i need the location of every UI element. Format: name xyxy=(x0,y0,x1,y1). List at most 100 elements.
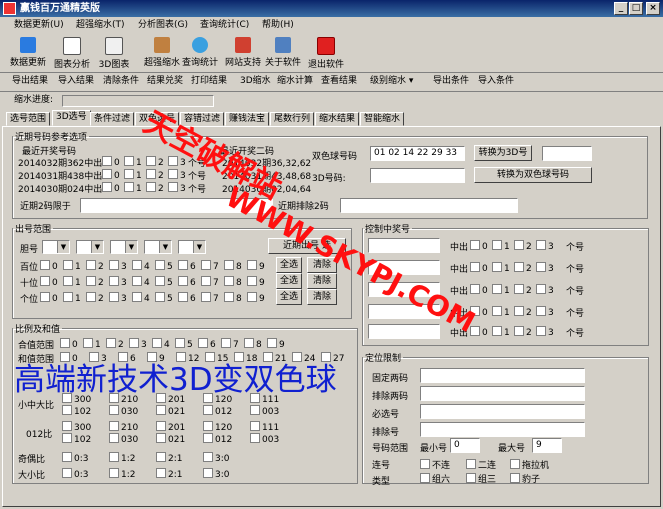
level-shrink-dropdown[interactable]: 级别缩水 ▾ xyxy=(370,72,413,91)
r012-a-3-box[interactable] xyxy=(203,421,213,431)
pos-0-digit-6-box[interactable] xyxy=(178,260,188,270)
exit-button[interactable]: 退出软件 xyxy=(306,36,346,70)
recent-check-2-0[interactable]: 0 xyxy=(102,182,120,194)
tab-range[interactable]: 选号范围 xyxy=(6,112,51,126)
select-all-button-0[interactable]: 全选 xyxy=(276,257,302,273)
must-pick-input[interactable] xyxy=(420,404,585,419)
control-1-num-2[interactable]: 2 xyxy=(514,262,532,274)
hezhi-num-4[interactable]: 4 xyxy=(152,338,170,350)
type-leopard-check[interactable]: 豹子 xyxy=(510,472,540,485)
control-4-num-0-box[interactable] xyxy=(470,326,480,336)
hezhi-num-1[interactable]: 1 xyxy=(83,338,101,350)
recent-check-0-2[interactable]: 2 xyxy=(146,156,164,168)
menu-data-update[interactable]: 数据更新(U) xyxy=(14,17,64,34)
r012-a-2[interactable]: 201 xyxy=(156,421,185,433)
control-3-num-1-box[interactable] xyxy=(492,306,502,316)
pos-0-digit-0[interactable]: 0 xyxy=(40,260,58,272)
recent-check-0-0[interactable]: 0 xyxy=(102,156,120,168)
tab-tail-rows[interactable]: 尾数行列 xyxy=(270,112,315,126)
bsm-b-2-box[interactable] xyxy=(156,405,166,415)
control-4-num-1-box[interactable] xyxy=(492,326,502,336)
control-1-num-1-box[interactable] xyxy=(492,262,502,272)
odd-even-0-box[interactable] xyxy=(62,452,72,462)
r012-b-1-box[interactable] xyxy=(109,433,119,443)
pos-2-digit-7-box[interactable] xyxy=(201,292,211,302)
control-0-num-1-box[interactable] xyxy=(492,240,502,250)
menu-query[interactable]: 查询统计(C) xyxy=(200,17,249,34)
dan-combo-3[interactable]: ▼ xyxy=(110,240,138,254)
bsm-b-1-box[interactable] xyxy=(109,405,119,415)
hezhi-num-5[interactable]: 5 xyxy=(175,338,193,350)
control-0-num-0-box[interactable] xyxy=(470,240,480,250)
recent-check-0-1-box[interactable] xyxy=(124,156,134,166)
r012-b-0-box[interactable] xyxy=(62,433,72,443)
control-2-num-1[interactable]: 1 xyxy=(492,284,510,296)
control-2-num-3-box[interactable] xyxy=(536,284,546,294)
r012-b-1[interactable]: 030 xyxy=(109,433,138,445)
chart-analysis-button[interactable]: 图表分析 xyxy=(52,36,92,70)
control-3-num-3[interactable]: 3 xyxy=(536,306,554,318)
control-4-num-2[interactable]: 2 xyxy=(514,326,532,338)
pos-2-digit-3[interactable]: 3 xyxy=(109,292,127,304)
control-4-num-0[interactable]: 0 xyxy=(470,326,488,338)
hezhi-num-6-box[interactable] xyxy=(198,338,208,348)
recent-check-2-1[interactable]: 1 xyxy=(124,182,142,194)
control-0-num-2-box[interactable] xyxy=(514,240,524,250)
redeem-button[interactable]: 结果兑奖 xyxy=(147,72,183,91)
pos-2-digit-0[interactable]: 0 xyxy=(40,292,58,304)
shrink-calc-button[interactable]: 缩水计算 xyxy=(277,72,313,91)
bsm-b-3-box[interactable] xyxy=(203,405,213,415)
pos-2-digit-6-box[interactable] xyxy=(178,292,188,302)
pos-0-digit-9-box[interactable] xyxy=(247,260,257,270)
recent-check-2-3[interactable]: 3 xyxy=(168,182,186,194)
bsm-b-4[interactable]: 003 xyxy=(250,405,279,417)
control-2-num-3[interactable]: 3 xyxy=(536,284,554,296)
pos-1-digit-4-box[interactable] xyxy=(132,276,142,286)
pos-0-digit-1[interactable]: 1 xyxy=(63,260,81,272)
maximize-button[interactable]: □ xyxy=(629,2,643,15)
pos-0-digit-4-box[interactable] xyxy=(132,260,142,270)
exclude-pair-input[interactable] xyxy=(420,386,585,401)
control-input-4[interactable] xyxy=(368,324,440,339)
hezhi-num-9-box[interactable] xyxy=(267,338,277,348)
pos-2-digit-9-box[interactable] xyxy=(247,292,257,302)
big-small2-3[interactable]: 3:0 xyxy=(203,468,229,480)
recent-check-1-2[interactable]: 2 xyxy=(146,169,164,181)
pos-0-digit-5-box[interactable] xyxy=(155,260,165,270)
hezhi-num-5-box[interactable] xyxy=(175,338,185,348)
clear-button-1[interactable]: 清除 xyxy=(307,273,337,289)
control-3-num-0-box[interactable] xyxy=(470,306,480,316)
bsm-b-0[interactable]: 102 xyxy=(62,405,91,417)
max-num-input[interactable]: 9 xyxy=(532,438,562,453)
pos-0-digit-9[interactable]: 9 xyxy=(247,260,265,272)
tab-fault-tolerance[interactable]: 容错过滤 xyxy=(180,112,225,126)
pos-1-digit-3[interactable]: 3 xyxy=(109,276,127,288)
control-4-num-3-box[interactable] xyxy=(536,326,546,336)
control-1-num-0-box[interactable] xyxy=(470,262,480,272)
odd-even-1[interactable]: 1:2 xyxy=(109,452,135,464)
pos-0-digit-5[interactable]: 5 xyxy=(155,260,173,272)
control-0-num-2[interactable]: 2 xyxy=(514,240,532,252)
pos-0-digit-2-box[interactable] xyxy=(86,260,96,270)
minimize-button[interactable]: _ xyxy=(614,2,628,15)
r012-b-2-box[interactable] xyxy=(156,433,166,443)
odd-even-2-box[interactable] xyxy=(156,452,166,462)
tab-shrink-result[interactable]: 缩水结果 xyxy=(315,112,360,126)
pos-1-digit-5[interactable]: 5 xyxy=(155,276,173,288)
hezhi-num-8-box[interactable] xyxy=(244,338,254,348)
control-3-num-0[interactable]: 0 xyxy=(470,306,488,318)
control-1-num-1[interactable]: 1 xyxy=(492,262,510,274)
pos-1-digit-6-box[interactable] xyxy=(178,276,188,286)
recent-check-0-3-box[interactable] xyxy=(168,156,178,166)
control-0-num-0[interactable]: 0 xyxy=(470,240,488,252)
import-conditions-button[interactable]: 导入条件 xyxy=(478,72,514,91)
r012-a-4-box[interactable] xyxy=(250,421,260,431)
lian-tractor-check[interactable]: 拖拉机 xyxy=(510,458,549,471)
recent-check-2-2-box[interactable] xyxy=(146,182,156,192)
hezhi-num-4-box[interactable] xyxy=(152,338,162,348)
r012-a-4[interactable]: 111 xyxy=(250,421,279,433)
r012-a-1-box[interactable] xyxy=(109,421,119,431)
recent-check-2-2[interactable]: 2 xyxy=(146,182,164,194)
control-0-num-1[interactable]: 1 xyxy=(492,240,510,252)
min-num-input[interactable]: 0 xyxy=(450,438,480,453)
